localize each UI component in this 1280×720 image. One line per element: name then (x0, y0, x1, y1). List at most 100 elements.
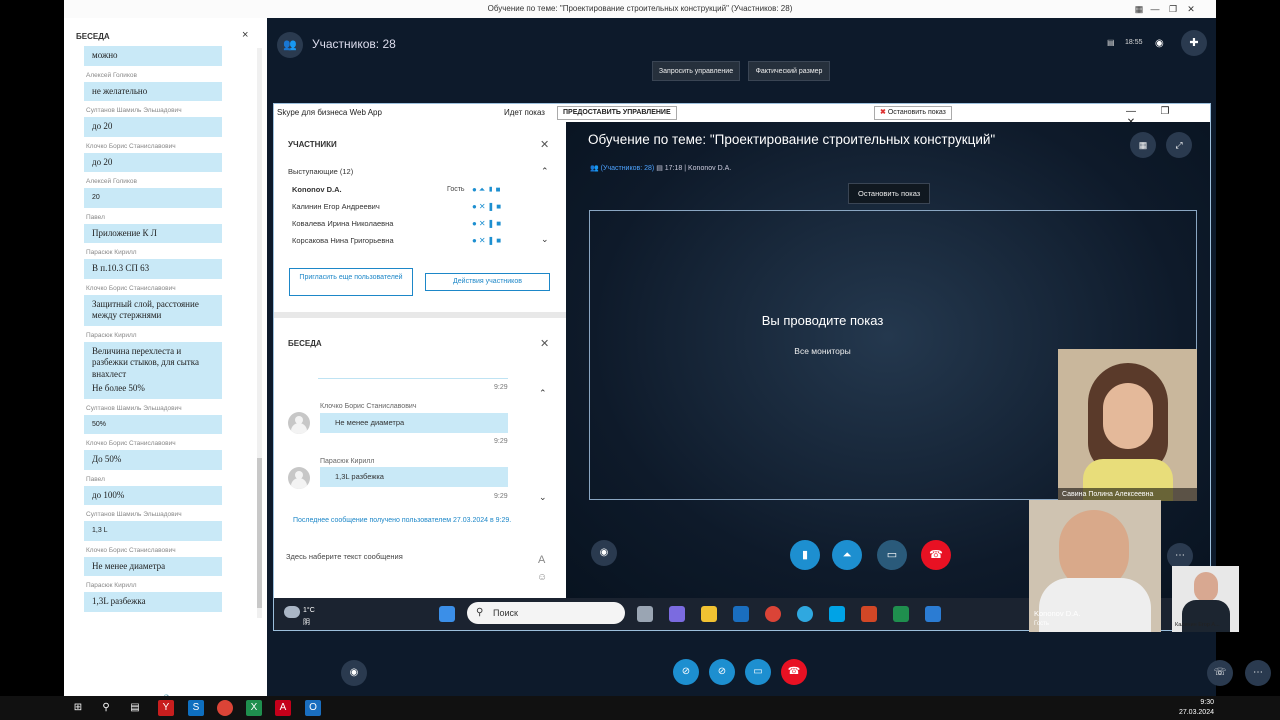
participant-row[interactable]: Ковалева Ирина Николаевна (292, 219, 393, 231)
share-screen-icon[interactable]: ▭ (877, 540, 907, 570)
skype-icon[interactable] (829, 606, 845, 622)
layout-icon[interactable]: ▦ (1130, 132, 1156, 158)
notepad-icon[interactable] (925, 606, 941, 622)
chat-bubble: 1,3 L (84, 521, 222, 541)
stop-sharing-button[interactable]: Остановить показ (848, 183, 931, 204)
chrome-icon[interactable] (217, 700, 233, 716)
chat-text: Приложение К Л (92, 227, 157, 238)
video-off-icon[interactable]: ⊘ (673, 659, 699, 685)
chat-text: до 20 (92, 121, 113, 131)
minimize-icon[interactable]: — (1114, 106, 1148, 117)
file-explorer-icon[interactable] (701, 606, 717, 622)
participants-close-icon[interactable]: ✕ (540, 138, 549, 151)
skype-icon[interactable]: S (188, 700, 204, 716)
chat-message: можно (84, 46, 254, 66)
chat-message: Павел до 100% (84, 476, 254, 505)
actual-size-button[interactable]: Фактический размер (748, 61, 830, 81)
participant-row[interactable]: Корсакова Нина Григорьевна (292, 236, 394, 248)
outlook-icon[interactable]: O (305, 700, 321, 716)
chat-bubble-icon[interactable]: ◉ (591, 540, 617, 566)
windows-start-icon[interactable]: ⊞ (70, 700, 86, 716)
chat-sender: Алексей Голиков (86, 178, 137, 185)
excel-icon[interactable] (893, 606, 909, 622)
acrobat-icon[interactable]: A (275, 700, 291, 716)
participant-row[interactable]: Калинин Егор Андреевич (292, 202, 380, 214)
share-screen-icon[interactable]: ▭ (745, 659, 771, 685)
task-view-icon[interactable]: ▤ (127, 700, 143, 716)
scroll-up-icon[interactable]: ⌃ (541, 166, 549, 177)
invite-users-button[interactable]: Пригласить еще пользователей (289, 268, 413, 296)
participant-status-icons: ●⏶▮■ (472, 185, 503, 194)
participant-role: Гость (447, 186, 465, 193)
message-sender: Парасюк Кирилл (320, 458, 375, 465)
search-icon[interactable]: ⚲ (98, 700, 114, 716)
close-icon[interactable]: ✕ (1182, 0, 1200, 18)
message-input[interactable]: Здесь наберите текст сообщения (286, 552, 403, 561)
excel-icon[interactable]: X (246, 700, 262, 716)
end-call-icon[interactable]: ☎ (781, 659, 807, 685)
chat-bubble: 1,3L разбежка (84, 592, 222, 612)
message-sender: Клочко Борис Станиславович (320, 403, 417, 410)
participant-video[interactable] (1058, 349, 1197, 501)
avatar (288, 467, 310, 489)
chat-text: до 100% (92, 489, 125, 500)
record-icon[interactable]: ◉ (1155, 38, 1164, 49)
edge-icon[interactable] (797, 606, 813, 622)
message-bubble: Не менее диаметра (320, 413, 508, 433)
taskbar-search[interactable]: Поиск (467, 602, 625, 624)
chat-text: 1,3L разбежка (92, 596, 146, 606)
chat-bubble: до 100% (84, 485, 222, 505)
add-participant-icon[interactable]: ✚ (1181, 30, 1207, 56)
scroll-down-icon[interactable]: ⌄ (539, 492, 547, 503)
chat-panel-close-icon[interactable]: × (242, 29, 248, 41)
minimize-icon[interactable]: — (1146, 0, 1164, 18)
speakers-group-label[interactable]: Выступающие (12) (288, 167, 353, 176)
participants-icon[interactable]: 👥 (277, 32, 303, 58)
maximize-icon[interactable]: ❐ (1148, 106, 1182, 117)
fullscreen-icon[interactable]: ⤢ (1166, 132, 1192, 158)
task-view-icon[interactable] (637, 606, 653, 622)
chat-bubble: Не менее диаметра (84, 556, 222, 576)
cloud-icon (284, 606, 300, 618)
chat-scrollbar-thumb[interactable] (257, 458, 262, 608)
participants-link[interactable]: (Участников: 28) (601, 165, 655, 172)
participant-status-icons: ●✕❚■ (472, 219, 504, 228)
microphone-icon[interactable]: ⏶ (832, 540, 862, 570)
chat-bubble-icon[interactable]: ◉ (341, 660, 367, 686)
weather-widget[interactable]: 1°C 阴 (284, 606, 315, 627)
chat-bubble: Приложение К Л (84, 223, 222, 243)
participants-count[interactable]: Участников: 28 (312, 37, 396, 51)
participant-actions-button[interactable]: Действия участников (425, 273, 550, 291)
end-call-icon[interactable]: ☎ (921, 540, 951, 570)
give-control-button[interactable]: ПРЕДОСТАВИТЬ УПРАВЛЕНИЕ (557, 106, 677, 120)
chat-sender: Клочко Борис Станиславович (86, 440, 176, 447)
chrome-icon[interactable] (765, 606, 781, 622)
participants-icon: 👥 (590, 165, 601, 172)
yandex-browser-icon[interactable]: Y (158, 700, 174, 716)
participant-row[interactable]: Kononov D.A. (292, 185, 342, 197)
scroll-down-icon[interactable]: ⌄ (541, 234, 549, 245)
pane-splitter[interactable] (274, 312, 566, 318)
meeting-clock: 17:18 (664, 165, 683, 172)
hold-call-icon[interactable]: ☏ (1207, 660, 1233, 686)
chat-message: Клочко Борис Станиславович Не менее диаме… (84, 547, 254, 576)
stop-sharing-bar-button[interactable]: ✖ Остановить показ (874, 106, 952, 120)
message-time: 9:29 (494, 493, 508, 500)
message-bubble-edge (318, 378, 508, 379)
microphone-muted-icon[interactable]: ⊘ (709, 659, 735, 685)
conversation-close-icon[interactable]: ✕ (540, 337, 549, 350)
scroll-up-icon[interactable]: ⌃ (539, 388, 547, 399)
powerpoint-icon[interactable] (861, 606, 877, 622)
taskbar-clock[interactable]: 9:30 27.03.2024 (1178, 698, 1214, 718)
chat-bubble: Защитный слой, расстояние между стержням… (84, 294, 222, 326)
font-format-icon[interactable]: A (538, 554, 545, 566)
maximize-icon[interactable]: ❐ (1164, 0, 1182, 18)
outlook-icon[interactable] (733, 606, 749, 622)
video-camera-icon[interactable]: ▮ (790, 540, 820, 570)
more-options-icon[interactable]: ⋯ (1245, 660, 1271, 686)
participant-name: Корсакова Нина Григорьевна (292, 236, 394, 245)
windows-start-icon[interactable] (439, 606, 455, 622)
emoji-icon[interactable]: ☺ (537, 572, 547, 583)
teams-icon[interactable] (669, 606, 685, 622)
request-control-button[interactable]: Запросить управление (652, 61, 740, 81)
